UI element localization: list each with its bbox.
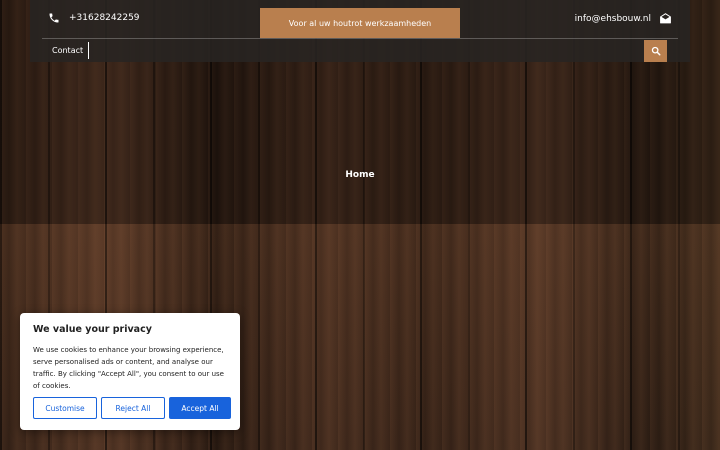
cookie-button-group: Customise Reject All Accept All [33,397,231,419]
tagline-text: Voor al uw houtrot werkzaamheden [288,18,432,28]
search-button[interactable] [644,40,667,62]
cookie-description: We use cookies to enhance your browsing … [33,346,224,390]
site-header: +31628242259 Voor al uw houtrot werkzaam… [30,0,690,62]
customise-button[interactable]: Customise [33,397,97,419]
cookie-title: We value your privacy [33,324,152,335]
search-icon [651,46,660,56]
reject-all-button[interactable]: Reject All [101,397,165,419]
phone-link[interactable]: +31628242259 [48,12,140,24]
email-address: info@ehsbouw.nl [574,13,651,24]
phone-icon [49,13,59,23]
tagline-banner: Voor al uw houtrot werkzaamheden [260,8,460,38]
email-link[interactable]: info@ehsbouw.nl [575,12,672,25]
envelope-icon [660,13,671,24]
header-divider [42,38,678,39]
nav-separator [88,42,89,59]
accept-all-button[interactable]: Accept All [169,397,231,419]
phone-number: +31628242259 [69,13,140,23]
nav-item-contact[interactable]: Contact [52,46,83,55]
breadcrumb-home[interactable]: Home [345,170,374,180]
cookie-consent-banner: We value your privacy We use cookies to … [20,313,240,430]
breadcrumb: Home [0,170,720,180]
